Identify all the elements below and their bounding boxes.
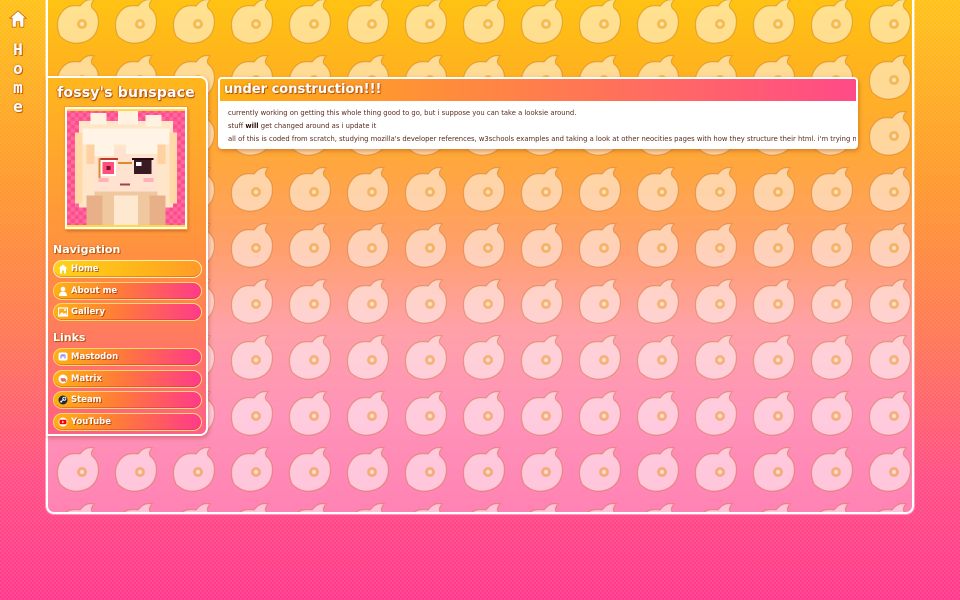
image-icon (58, 307, 68, 317)
side-letter: e (13, 97, 23, 116)
content-text: stuff (228, 122, 246, 130)
content-panel: under construction!!! currently working … (218, 77, 858, 149)
navigation-heading: Navigation (53, 243, 121, 256)
content-body: currently working on getting this whole … (220, 101, 856, 146)
link-steam-button[interactable]: Steam (53, 391, 202, 409)
nav-label: Home (71, 264, 99, 274)
side-home-link[interactable]: H o m e (6, 6, 30, 116)
links-heading: Links (53, 331, 86, 344)
link-label: Mastodon (71, 352, 119, 362)
home-icon (9, 10, 27, 28)
side-letter: o (13, 59, 23, 78)
nav-label: Gallery (71, 307, 106, 317)
content-bold-text: will (245, 122, 259, 130)
link-label: Steam (71, 395, 102, 405)
link-youtube-button[interactable]: YouTube (53, 412, 202, 431)
content-line: all of this is coded from scratch, study… (228, 135, 856, 143)
youtube-icon (58, 417, 68, 427)
matrix-icon: m (58, 374, 68, 384)
content-text: get changed around as i update it (258, 122, 377, 130)
content-line: stuff will get changed around as i updat… (228, 120, 850, 133)
content-line: currently working on getting this whole … (228, 109, 577, 117)
nav-label: About me (71, 285, 118, 296)
avatar (65, 107, 187, 229)
nav-home-button[interactable]: Home (53, 260, 202, 278)
person-icon (58, 286, 68, 296)
mastodon-icon (58, 352, 68, 362)
site-title: fossy's bunspace (57, 85, 195, 101)
content-title: under construction!!! (220, 79, 856, 101)
steam-icon (58, 395, 68, 405)
link-label: Matrix (71, 373, 102, 384)
side-letter: m (13, 78, 23, 97)
nav-about-button[interactable]: About me (53, 281, 202, 300)
link-label: YouTube (71, 416, 112, 427)
home-icon (58, 264, 68, 274)
sidebar: fossy's bunspace Navigation Home About m… (46, 76, 208, 436)
nav-gallery-button[interactable]: Gallery (53, 303, 202, 321)
svg-text:m: m (60, 377, 65, 383)
side-home-letters: H o m e (13, 40, 23, 116)
link-mastodon-button[interactable]: Mastodon (53, 348, 202, 366)
link-matrix-button[interactable]: m Matrix (53, 369, 202, 388)
side-letter: H (13, 40, 23, 59)
